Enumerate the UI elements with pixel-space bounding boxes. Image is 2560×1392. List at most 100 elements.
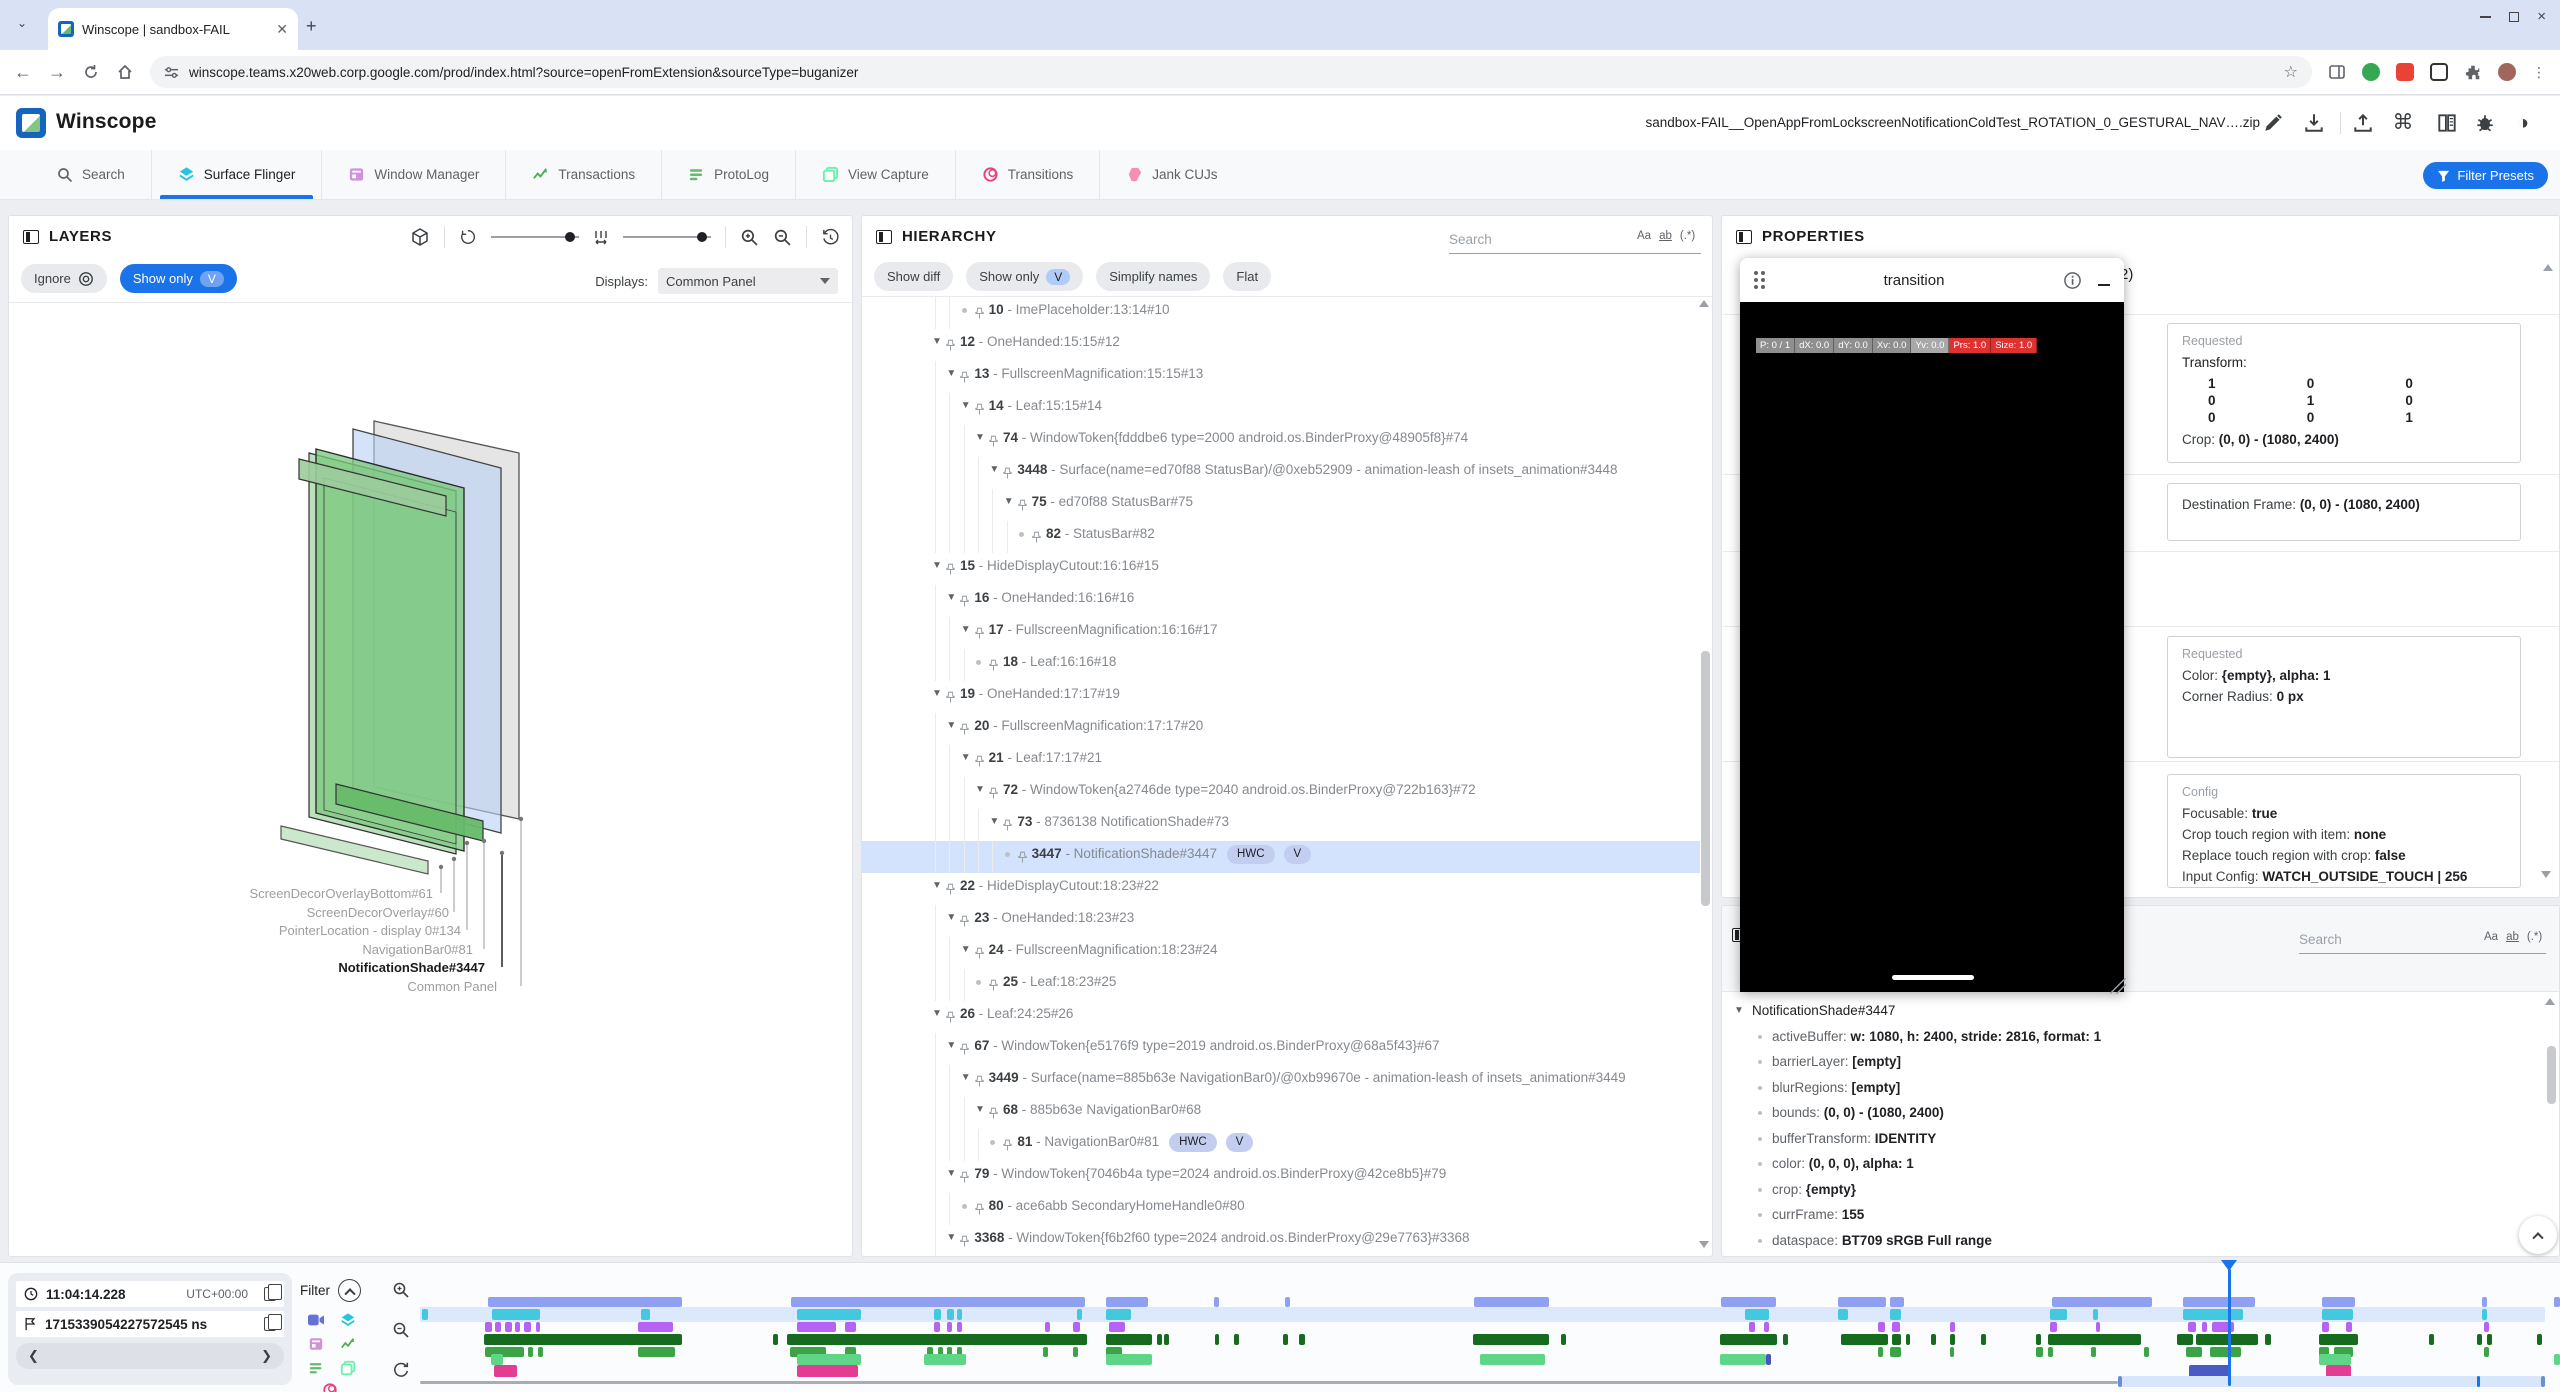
surface-flinger-event-block[interactable] [2050, 1309, 2067, 1320]
simplify-names-button[interactable]: Simplify names [1096, 262, 1210, 291]
protolog-event-block[interactable] [1073, 1347, 1078, 1357]
window-manager-event-block[interactable] [2212, 1322, 2234, 1332]
screen-recording-event-block[interactable] [791, 1297, 1085, 1307]
hierarchy-node-74[interactable]: ▼74 - WindowToken{fdddbe6 type=2000 andr… [862, 425, 1700, 457]
window-manager-event-block[interactable] [2346, 1322, 2352, 1332]
timeline-scrollbar-track[interactable] [420, 1381, 2118, 1384]
hierarchy-node-10[interactable]: 10 - ImePlaceholder:13:14#10 [862, 297, 1700, 329]
hierarchy-node-80[interactable]: 80 - ace6abb SecondaryHomeHandle0#80 [862, 1193, 1700, 1225]
pin-icon[interactable] [988, 777, 1003, 809]
pin-icon[interactable] [945, 1001, 960, 1033]
property-row[interactable]: color: (0, 0, 0), alpha: 1 [1728, 1151, 2538, 1177]
expand-arrow-icon[interactable]: ▼ [958, 937, 974, 963]
transitions-event-block[interactable] [797, 1365, 858, 1377]
expand-arrow-icon[interactable]: ▼ [1001, 489, 1017, 515]
transactions-event-block[interactable] [1234, 1334, 1239, 1345]
match-word-icon[interactable]: ab [2506, 931, 2519, 943]
window-manager-event-block[interactable] [1950, 1322, 1955, 1332]
expand-arrow-icon[interactable]: ▼ [943, 361, 959, 387]
expand-arrow-icon[interactable]: ▼ [972, 1097, 988, 1123]
new-tab-button[interactable]: + [306, 16, 317, 37]
pin-icon[interactable] [1002, 457, 1017, 489]
protolog-event-block[interactable] [1890, 1347, 1901, 1357]
surface-flinger-event-block[interactable] [1077, 1309, 1082, 1320]
window-manager-event-block[interactable] [1892, 1322, 1900, 1332]
match-case-icon[interactable]: Aa [1637, 230, 1651, 242]
protolog-event-block[interactable] [2210, 1347, 2241, 1357]
property-row[interactable]: bufferTransform: IDENTITY [1728, 1126, 2538, 1152]
transactions-event-block[interactable] [773, 1334, 778, 1345]
property-root-node[interactable]: ▼NotificationShade#3447 [1728, 998, 2538, 1024]
hierarchy-node-16[interactable]: ▼16 - OneHanded:16:16#16 [862, 585, 1700, 617]
transactions-event-block[interactable] [484, 1334, 682, 1345]
hierarchy-node-17[interactable]: ▼17 - FullscreenMagnification:16:16#17 [862, 617, 1700, 649]
pin-icon[interactable] [959, 713, 974, 745]
hierarchy-node-19[interactable]: ▼19 - OneHanded:17:17#19 [862, 681, 1700, 713]
hierarchy-node-22[interactable]: ▼22 - HideDisplayCutout:18:23#22 [862, 873, 1700, 905]
timeline-zoom-out-icon[interactable] [392, 1321, 410, 1339]
view-capture-track-icon[interactable] [340, 1360, 356, 1376]
hierarchy-node-13[interactable]: ▼13 - FullscreenMagnification:15:15#13 [862, 361, 1700, 393]
window-manager-event-block[interactable] [797, 1322, 836, 1332]
timeline-cursor-handle[interactable] [2221, 1260, 2237, 1271]
tab-window-manager[interactable]: Window Manager [322, 150, 506, 199]
surface-flinger-event-block[interactable] [641, 1309, 650, 1320]
dark-mode-toggle-icon[interactable]: ◑ [2512, 112, 2534, 134]
property-row[interactable]: currFrame: 155 [1728, 1202, 2538, 1228]
window-manager-event-block[interactable] [515, 1322, 520, 1332]
displays-select[interactable]: Common Panel [658, 268, 838, 294]
expand-arrow-icon[interactable]: ▼ [943, 1161, 959, 1187]
hierarchy-node-26[interactable]: ▼26 - Leaf:24:25#26 [862, 1001, 1700, 1033]
surface-flinger-event-block[interactable] [1890, 1309, 1901, 1320]
scroll-down-arrow[interactable] [2541, 871, 2551, 878]
browser-tab[interactable]: Winscope | sandbox-FAIL ✕ [48, 8, 298, 50]
screen-recording-event-block[interactable] [2052, 1297, 2152, 1307]
flat-button[interactable]: Flat [1223, 262, 1271, 291]
screen-recording-event-block[interactable] [2482, 1297, 2487, 1307]
transactions-event-block[interactable] [1283, 1334, 1288, 1345]
window-manager-event-block[interactable] [536, 1322, 540, 1332]
report-bug-icon[interactable] [2474, 112, 2496, 134]
transactions-event-block[interactable] [1561, 1334, 1566, 1345]
scroll-to-top-button[interactable] [2519, 1216, 2557, 1254]
resize-handle-icon[interactable] [2110, 978, 2126, 994]
reset-view-icon[interactable] [821, 228, 840, 247]
hierarchy-node-23[interactable]: ▼23 - OneHanded:18:23#23 [862, 905, 1700, 937]
expand-arrow-icon[interactable]: ▼ [943, 1225, 959, 1251]
protolog-event-block[interactable] [1043, 1347, 1048, 1357]
pin-icon[interactable] [959, 585, 974, 617]
tab-close-icon[interactable]: ✕ [276, 21, 288, 38]
range-left-handle[interactable] [2118, 1376, 2122, 1387]
window-manager-event-block[interactable] [1045, 1322, 1050, 1332]
transactions-event-block[interactable] [2036, 1334, 2041, 1345]
extensions-puzzle-icon[interactable] [2464, 63, 2482, 81]
maximize-icon[interactable] [2509, 12, 2519, 22]
cube-3d-icon[interactable] [410, 227, 430, 247]
expand-arrow-icon[interactable]: ▼ [958, 617, 974, 643]
transactions-event-block[interactable] [2177, 1334, 2193, 1345]
transitions-event-block[interactable] [494, 1365, 517, 1377]
screen-recording-event-block[interactable] [1838, 1297, 1886, 1307]
reload-icon[interactable] [82, 63, 100, 81]
expand-arrow-icon[interactable]: ▼ [943, 1033, 959, 1059]
view-capture-event-block[interactable] [1106, 1354, 1152, 1365]
side-panel-icon[interactable] [2328, 63, 2346, 81]
transitions-track-icon[interactable] [322, 1382, 338, 1392]
info-icon[interactable] [2063, 271, 2082, 290]
hierarchy-node-20[interactable]: ▼20 - FullscreenMagnification:17:17#20 [862, 713, 1700, 745]
view-capture-event-block[interactable] [1720, 1354, 1766, 1365]
protolog-event-block[interactable] [2036, 1347, 2043, 1357]
surface-flinger-event-block[interactable] [492, 1309, 540, 1320]
match-case-icon[interactable]: Aa [2484, 931, 2498, 943]
pin-icon[interactable] [974, 617, 989, 649]
ignore-button[interactable]: Ignore [21, 264, 107, 293]
url-bar[interactable]: winscope.teams.x20web.corp.google.com/pr… [150, 56, 2312, 88]
tab-protolog[interactable]: ProtoLog [662, 150, 796, 199]
property-row[interactable]: barrierLayer: [empty] [1728, 1049, 2538, 1075]
surface-flinger-event-block[interactable] [1838, 1309, 1848, 1320]
transactions-event-block[interactable] [1106, 1334, 1152, 1345]
minimize-icon[interactable] [2098, 284, 2110, 287]
back-icon[interactable]: ← [14, 62, 32, 83]
spacing-icon[interactable] [593, 229, 609, 245]
pin-icon[interactable] [959, 1033, 974, 1065]
